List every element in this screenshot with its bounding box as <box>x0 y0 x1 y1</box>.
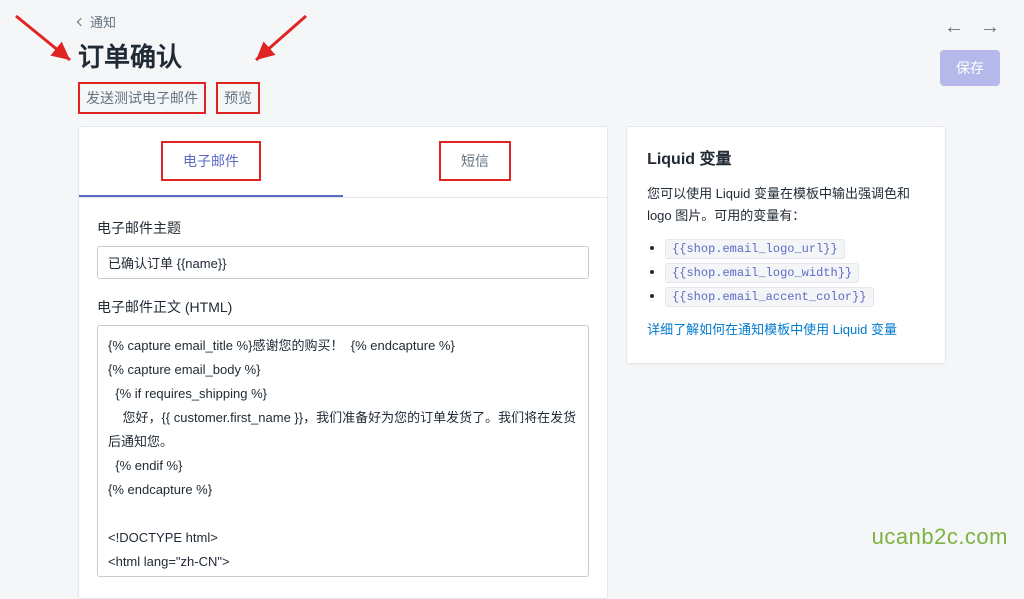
liquid-desc: 您可以使用 Liquid 变量在模板中输出强调色和 logo 图片。可用的变量有… <box>647 183 925 227</box>
watermark: ucanb2c.com <box>872 524 1008 550</box>
list-item: {{shop.email_logo_url}} <box>665 239 925 257</box>
save-button[interactable]: 保存 <box>940 50 1000 86</box>
var-code: {{shop.email_logo_url}} <box>665 239 845 259</box>
list-item: {{shop.email_logo_width}} <box>665 263 925 281</box>
liquid-learn-more-link[interactable]: 详细了解如何在通知模板中使用 Liquid 变量 <box>647 319 925 341</box>
chevron-left-icon <box>77 17 85 25</box>
subject-label: 电子邮件主题 <box>97 218 589 238</box>
tab-email[interactable]: 电子邮件 <box>79 127 343 197</box>
tab-sms-label: 短信 <box>439 141 511 181</box>
breadcrumb[interactable]: 通知 <box>78 12 946 31</box>
tab-sms[interactable]: 短信 <box>343 127 607 197</box>
body-textarea[interactable] <box>97 325 589 577</box>
var-code: {{shop.email_logo_width}} <box>665 263 859 283</box>
tabs: 电子邮件 短信 <box>79 127 607 198</box>
subject-input[interactable] <box>97 246 589 279</box>
liquid-variables-card: Liquid 变量 您可以使用 Liquid 变量在模板中输出强调色和 logo… <box>626 126 946 364</box>
preview-button[interactable]: 预览 <box>216 82 260 114</box>
send-test-email-button[interactable]: 发送测试电子邮件 <box>78 82 206 114</box>
breadcrumb-label: 通知 <box>90 12 116 31</box>
page-title: 订单确认 <box>78 37 946 74</box>
var-code: {{shop.email_accent_color}} <box>665 287 873 307</box>
prev-arrow-icon[interactable]: ← <box>944 16 964 39</box>
liquid-var-list: {{shop.email_logo_url}} {{shop.email_log… <box>647 239 925 305</box>
tab-email-label: 电子邮件 <box>161 141 261 181</box>
next-arrow-icon[interactable]: → <box>980 16 1000 39</box>
nav-arrows: ← → <box>944 16 1000 39</box>
email-editor-card: 电子邮件 短信 电子邮件主题 电子邮件正文 (HTML) <box>78 126 608 599</box>
body-label: 电子邮件正文 (HTML) <box>97 297 589 317</box>
liquid-title: Liquid 变量 <box>647 145 925 169</box>
list-item: {{shop.email_accent_color}} <box>665 287 925 305</box>
